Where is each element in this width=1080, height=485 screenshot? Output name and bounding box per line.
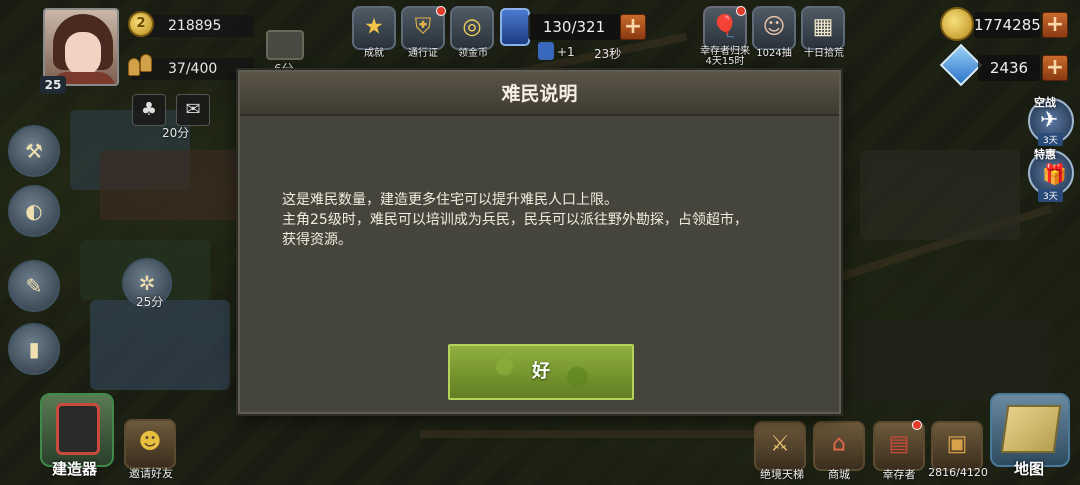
gun-icon: ⚒ bbox=[25, 139, 43, 163]
people-icon: ☻ bbox=[138, 429, 162, 455]
energy-mini-icon bbox=[538, 42, 554, 60]
survivor-return-timer: 4天15时 bbox=[705, 56, 745, 67]
ladder-button[interactable]: ⚔ bbox=[754, 421, 806, 471]
builder-label: 建造器 bbox=[52, 460, 98, 478]
gun-skill-button[interactable]: ⚒ bbox=[8, 125, 60, 177]
tablet-icon bbox=[56, 403, 100, 455]
dialog-body: 这是难民数量，建造更多住宅可以提升难民人口上限。 主角25级时，难民可以培训成为… bbox=[282, 190, 802, 250]
gold-counter: 1774285 bbox=[974, 12, 1041, 38]
book-icon: ▤ bbox=[888, 431, 910, 457]
population-icon bbox=[128, 52, 154, 78]
draw-1024-label: 1024抽 bbox=[756, 48, 792, 59]
box-icon: ▣ bbox=[946, 431, 968, 457]
diamond-counter: 2436 bbox=[978, 55, 1040, 81]
mail-icon: ✉ bbox=[185, 99, 201, 120]
calendar-icon: ▦ bbox=[812, 14, 834, 40]
map-label: 地图 bbox=[1014, 460, 1045, 478]
collect-coins-label: 领金币 bbox=[458, 48, 488, 59]
air-battle-label: 空战 bbox=[1034, 96, 1056, 109]
coin-icon: ◎ bbox=[462, 14, 482, 40]
flashlight-skill-button[interactable]: ◐ bbox=[8, 185, 60, 237]
population-value: 37/400 bbox=[168, 61, 218, 77]
special-offer-label: 特惠 bbox=[1034, 148, 1056, 161]
refugee-info-dialog: 难民说明 这是难民数量，建造更多住宅可以提升难民人口上限。 主角25级时，难民可… bbox=[238, 70, 841, 414]
player-avatar[interactable] bbox=[43, 8, 119, 86]
canister-skill-button[interactable]: ▮ bbox=[8, 323, 60, 375]
needle-skill-button[interactable]: ✎ bbox=[8, 260, 60, 312]
special-offer-days: 3天 bbox=[1038, 189, 1063, 202]
ladder-label: 绝境天梯 bbox=[760, 468, 804, 481]
energy-can-icon bbox=[500, 8, 530, 46]
achievement-label: 成就 bbox=[364, 48, 384, 59]
survivors-label: 幸存者 bbox=[882, 468, 916, 481]
canister-icon: ▮ bbox=[28, 337, 40, 361]
shop-button[interactable]: ⌂ bbox=[813, 421, 865, 471]
chest-icon bbox=[266, 30, 304, 60]
flashlight-icon: ◐ bbox=[25, 199, 43, 223]
air-battle-days: 3天 bbox=[1038, 133, 1063, 146]
crossed-weapons-icon: ⚔ bbox=[770, 431, 790, 457]
player-level-badge: 25 bbox=[40, 76, 66, 94]
dialog-text-line: 这是难民数量，建造更多住宅可以提升难民人口上限。 bbox=[282, 192, 618, 208]
syringe-icon: ✎ bbox=[25, 274, 43, 298]
mail-button[interactable]: ✉ bbox=[176, 94, 210, 126]
mail-timer: 20分 bbox=[162, 126, 190, 140]
shop-label: 商城 bbox=[828, 468, 850, 481]
shop-icon: ⌂ bbox=[832, 431, 846, 457]
plane-icon: ✈ bbox=[1040, 108, 1059, 133]
gift-icon: 🎁 bbox=[1042, 162, 1067, 186]
builder-button[interactable] bbox=[40, 393, 114, 467]
dialog-text-line: 获得资源。 bbox=[282, 232, 352, 248]
ok-button[interactable]: 好 bbox=[448, 344, 634, 400]
add-gold-button[interactable]: + bbox=[1042, 12, 1068, 38]
antenna-icon: ✲ bbox=[138, 271, 156, 295]
storage-button[interactable]: ▣ bbox=[931, 421, 983, 471]
girl-portrait-icon: ☺ bbox=[762, 14, 786, 40]
coin-level-icon: 2 bbox=[128, 11, 154, 37]
notification-dot bbox=[436, 6, 446, 16]
dialog-text-line: 主角25级时，难民可以培训成为兵民，民兵可以派往野外勘探，占领超市， bbox=[282, 212, 748, 228]
add-diamond-button[interactable]: + bbox=[1042, 55, 1068, 81]
map-button[interactable] bbox=[990, 393, 1070, 467]
energy-timer-label: 23秒 bbox=[594, 47, 622, 61]
invite-friends-label: 邀请好友 bbox=[129, 467, 173, 480]
add-energy-button[interactable]: + bbox=[620, 14, 646, 40]
storage-label: 2816/4120 bbox=[928, 466, 988, 479]
tree-icon: ♣ bbox=[140, 99, 158, 120]
coin-value: 218895 bbox=[168, 18, 222, 34]
ten-day-scavenge-label: 十日拾荒 bbox=[804, 48, 844, 59]
tree-button[interactable]: ♣ bbox=[132, 94, 166, 126]
map-icon bbox=[1000, 405, 1062, 453]
badge-icon: ⛨ bbox=[414, 14, 432, 40]
notification-dot bbox=[912, 420, 922, 430]
energy-counter: 130/321 bbox=[528, 14, 620, 40]
balloon-icon: 🎈 bbox=[711, 14, 739, 40]
antenna-timer: 25分 bbox=[136, 295, 164, 309]
dialog-title: 难民说明 bbox=[501, 83, 578, 105]
battle-pass-label: 通行证 bbox=[408, 48, 438, 59]
star-icon: ★ bbox=[364, 14, 384, 40]
invite-friends-button[interactable]: ☻ bbox=[124, 419, 176, 469]
gold-icon bbox=[940, 7, 974, 41]
notification-dot bbox=[736, 6, 746, 16]
energy-plus-label: +1 bbox=[557, 45, 575, 59]
